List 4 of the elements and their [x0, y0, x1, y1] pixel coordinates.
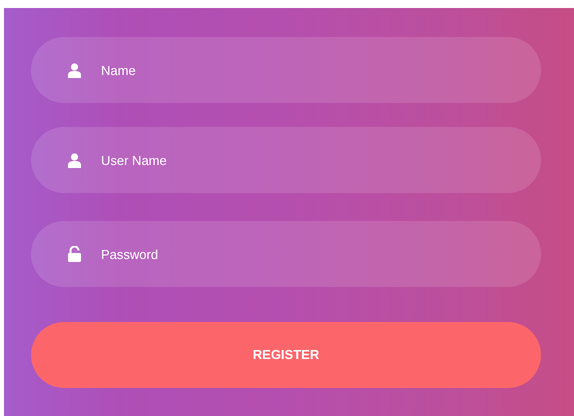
user-icon: [68, 152, 81, 168]
register-button[interactable]: REGISTER: [31, 322, 541, 388]
unlocked-padlock-icon: [68, 246, 81, 262]
user-icon: [68, 62, 81, 78]
